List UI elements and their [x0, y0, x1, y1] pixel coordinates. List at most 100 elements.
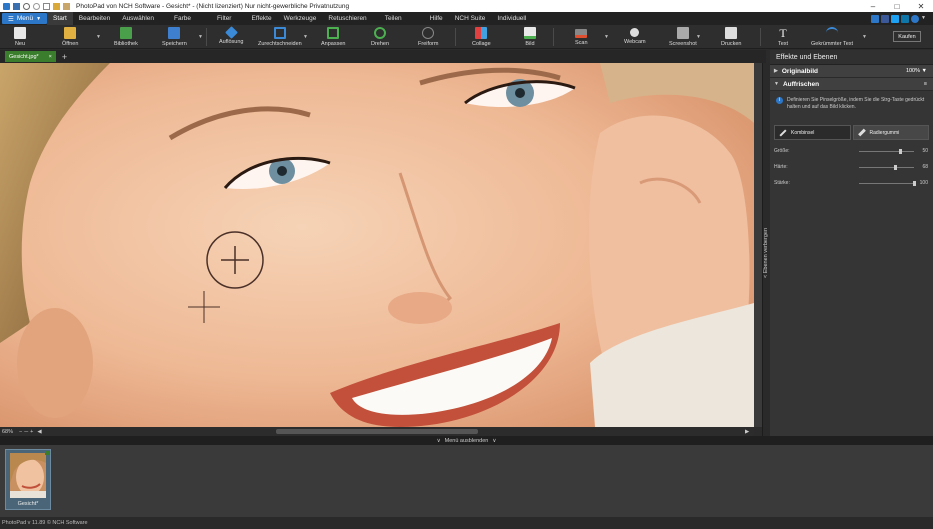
- menu-item-hilfe[interactable]: Hilfe: [424, 12, 449, 25]
- image-icon: [524, 27, 536, 39]
- scroll-right-arrow[interactable]: ▶: [745, 429, 749, 435]
- webcam-button-label: Webcam: [624, 39, 646, 45]
- adjust-button[interactable]: Anpassen: [321, 25, 345, 49]
- hardness-knob[interactable]: [893, 165, 897, 170]
- crop-button-label: Zurechtschneiden: [258, 41, 302, 47]
- menu-item-effekte[interactable]: Effekte: [245, 12, 277, 25]
- minimize-button[interactable]: –: [861, 2, 885, 11]
- zoom-out-button[interactable]: −: [19, 429, 22, 435]
- thumbnail-close-icon[interactable]: [45, 451, 49, 455]
- menu-item-start[interactable]: Start: [47, 12, 73, 25]
- new-button[interactable]: Neu: [14, 25, 26, 49]
- close-icon[interactable]: ×: [49, 54, 52, 60]
- strength-slider[interactable]: Stärke: 100: [774, 178, 928, 187]
- hardness-track[interactable]: [859, 167, 914, 168]
- chevron-down-icon[interactable]: ▼: [921, 15, 929, 23]
- strength-knob[interactable]: [912, 181, 916, 186]
- menu-item-auswaehlen[interactable]: Auswählen: [116, 12, 160, 25]
- hide-menu-bar[interactable]: ∨ Menü ausblenden ∨: [0, 436, 933, 445]
- new-file-icon[interactable]: [43, 2, 50, 10]
- facebook-icon[interactable]: [881, 14, 889, 23]
- eraser-button[interactable]: Radiergummi: [852, 125, 929, 140]
- toolbar-divider: [553, 28, 554, 46]
- size-value[interactable]: 50: [922, 148, 928, 154]
- collage-button[interactable]: Collage: [472, 25, 491, 49]
- open-dropdown-arrow[interactable]: ▼: [96, 34, 101, 40]
- save-icon[interactable]: [13, 2, 20, 10]
- zoom-in-button[interactable]: +: [30, 429, 33, 435]
- buy-button[interactable]: Kaufen: [893, 31, 921, 42]
- info-text: Definieren Sie Pinselgröße, indem Sie di…: [787, 97, 925, 110]
- original-image-row[interactable]: ▶ Originalbild 100% ▼: [770, 65, 933, 78]
- close-button[interactable]: ✕: [909, 2, 933, 11]
- like-icon[interactable]: [871, 14, 879, 23]
- scan-button[interactable]: Scan: [575, 25, 588, 49]
- canvas-status-strip: 68% − ─ + ◀ ▶: [0, 427, 754, 436]
- size-slider[interactable]: Größe: 50: [774, 146, 928, 155]
- text-dropdown-arrow[interactable]: ▼: [862, 34, 867, 40]
- open-folder-icon[interactable]: [53, 2, 60, 10]
- add-tab-button[interactable]: +: [62, 52, 67, 62]
- hamburger-icon: ☰: [8, 15, 14, 23]
- menu-item-bearbeiten[interactable]: Bearbeiten: [73, 12, 116, 25]
- hardness-value[interactable]: 68: [922, 164, 928, 170]
- combine-brush-button[interactable]: Kombinsel: [774, 125, 851, 140]
- image-canvas[interactable]: [0, 63, 754, 427]
- strength-value[interactable]: 100: [920, 180, 928, 186]
- document-tab[interactable]: Gesicht.jpg* ×: [5, 51, 56, 62]
- printer-icon: [725, 27, 738, 39]
- menu-item-retuschieren[interactable]: Retuschieren: [322, 12, 372, 25]
- chevron-down-icon: ▼: [36, 15, 42, 22]
- rotate-button-label: Drehen: [371, 41, 390, 47]
- menu-item-filter[interactable]: Filter: [211, 12, 237, 25]
- menu-item-nch-suite[interactable]: NCH Suite: [449, 12, 492, 25]
- linkedin-icon[interactable]: [901, 14, 909, 23]
- crop-button[interactable]: Zurechtschneiden: [258, 25, 302, 49]
- zoom-level[interactable]: 68%: [2, 429, 13, 435]
- menu-item-teilen[interactable]: Teilen: [379, 12, 408, 25]
- zoom-divider: ─: [24, 428, 29, 435]
- image-button[interactable]: Bild: [524, 25, 536, 49]
- screenshot-dropdown-arrow[interactable]: ▼: [696, 34, 701, 40]
- info-box: i Definieren Sie Pinselgröße, indem Sie …: [770, 91, 933, 113]
- thumbnail-label: Gesicht*: [17, 501, 39, 507]
- print-button[interactable]: Drucken: [721, 25, 741, 49]
- library-button[interactable]: Bibliothek: [114, 25, 138, 49]
- hardness-slider[interactable]: Härte: 68: [774, 162, 928, 171]
- layers-collapse-toggle[interactable]: < Ebenen verbergen: [762, 63, 770, 436]
- webcam-icon: [630, 28, 640, 37]
- menu-item-individuell[interactable]: Individuell: [491, 12, 532, 25]
- resolution-button[interactable]: Auflösung: [219, 25, 243, 49]
- horizontal-scrollbar[interactable]: [276, 429, 478, 434]
- new-file-icon: [14, 27, 26, 39]
- screenshot-button[interactable]: Screenshot: [669, 25, 697, 49]
- twitter-icon[interactable]: [891, 14, 899, 23]
- size-track[interactable]: [859, 151, 914, 152]
- refresh-section-header[interactable]: ▼ Auffrischen ≡: [770, 78, 933, 91]
- rotate-button[interactable]: Drehen: [371, 25, 389, 49]
- paste-icon[interactable]: [63, 2, 70, 10]
- vertical-scrollbar[interactable]: [754, 63, 762, 427]
- thumbnail-item[interactable]: Gesicht*: [5, 449, 51, 510]
- curved-text-button[interactable]: Gekrümmter Text: [811, 25, 853, 49]
- original-opacity[interactable]: 100% ▼: [906, 68, 927, 74]
- strength-track[interactable]: [859, 183, 914, 184]
- scan-dropdown-arrow[interactable]: ▼: [604, 34, 609, 40]
- crop-dropdown-arrow[interactable]: ▼: [303, 34, 308, 40]
- help-icon[interactable]: [911, 14, 919, 23]
- save-button[interactable]: Speichern: [162, 25, 187, 49]
- maximize-button[interactable]: □: [885, 2, 909, 11]
- freeform-button[interactable]: Freiform: [418, 25, 438, 49]
- scroll-left-arrow[interactable]: ◀: [37, 429, 41, 435]
- menu-button[interactable]: ☰ Menü ▼: [2, 13, 48, 24]
- open-button[interactable]: Öffnen: [62, 25, 78, 49]
- text-button[interactable]: T Text: [777, 25, 789, 49]
- redo-icon[interactable]: [33, 2, 40, 10]
- menu-item-werkzeuge[interactable]: Werkzeuge: [278, 12, 323, 25]
- section-menu-icon[interactable]: ≡: [924, 81, 927, 87]
- undo-icon[interactable]: [23, 2, 30, 10]
- webcam-button[interactable]: Webcam: [624, 25, 646, 49]
- save-dropdown-arrow[interactable]: ▼: [198, 34, 203, 40]
- menu-item-farbe[interactable]: Farbe: [168, 12, 197, 25]
- size-knob[interactable]: [898, 149, 902, 154]
